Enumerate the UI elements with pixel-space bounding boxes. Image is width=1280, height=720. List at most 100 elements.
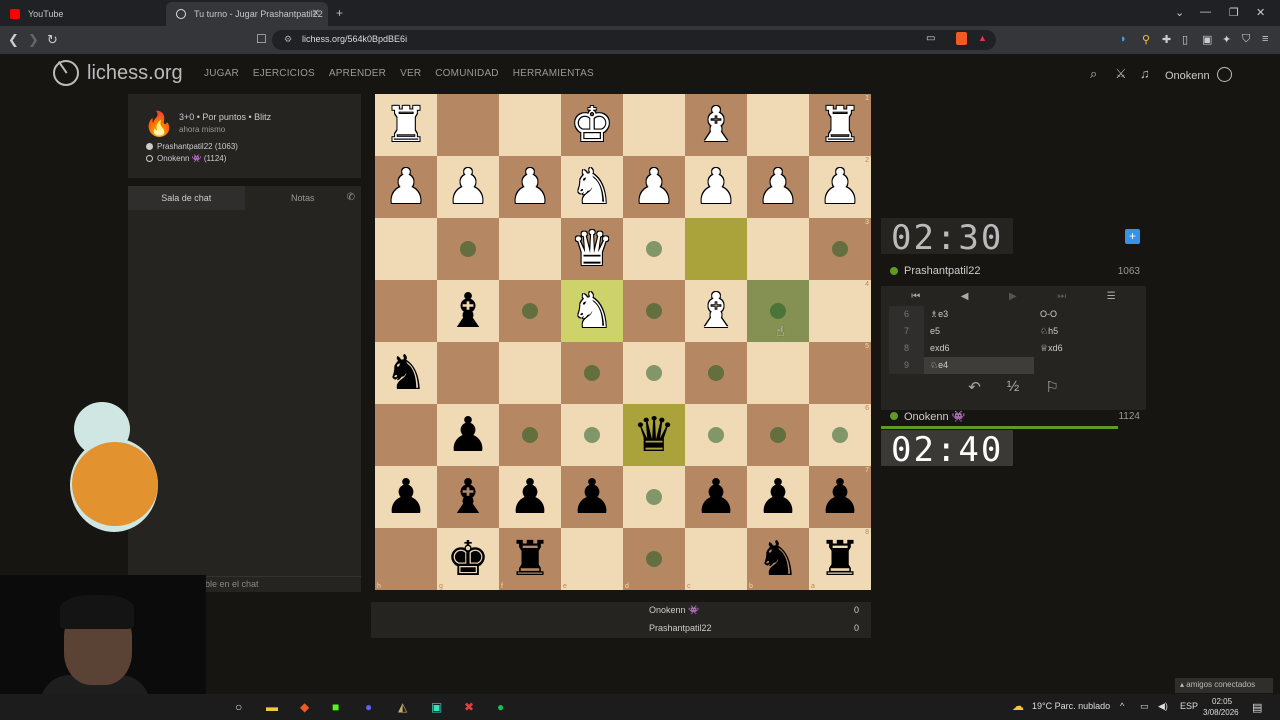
last-move-icon[interactable]: ⏭ xyxy=(1057,291,1066,302)
black-pawn-icon[interactable]: ♟ xyxy=(694,473,737,521)
board-square[interactable]: ♟ xyxy=(747,156,809,218)
language-indicator[interactable]: ESP xyxy=(1180,701,1198,711)
board-square[interactable]: ♟ xyxy=(685,466,747,528)
white-pawn-icon[interactable]: ♟ xyxy=(446,163,489,211)
leo-icon[interactable]: ✦ xyxy=(1222,33,1231,46)
file-explorer-icon[interactable]: ▬ xyxy=(266,700,278,714)
nav-ver[interactable]: VER xyxy=(400,68,421,79)
close-tab-icon[interactable]: ✕ xyxy=(312,8,320,19)
brave-rewards-icon[interactable]: ▲ xyxy=(978,33,987,43)
menu-icon[interactable]: ☰ xyxy=(1107,291,1116,302)
close-window-button[interactable]: ✕ xyxy=(1256,6,1265,19)
white-king-icon[interactable]: ♚ xyxy=(570,101,613,149)
move-dest-dot[interactable] xyxy=(584,427,600,443)
white-knight-icon[interactable]: ♞ xyxy=(570,287,613,335)
move-dest-dot[interactable] xyxy=(708,427,724,443)
black-move[interactable]: ♕xd6 xyxy=(1034,340,1144,357)
move-dest-dot[interactable] xyxy=(770,303,786,319)
move-dest-dot[interactable] xyxy=(646,241,662,257)
board-square[interactable]: e xyxy=(561,528,623,590)
sidebar-icon[interactable]: ▯ xyxy=(1182,33,1188,46)
user-menu[interactable]: Onokenn xyxy=(1165,67,1232,82)
move-dest-dot[interactable] xyxy=(646,365,662,381)
board-square[interactable] xyxy=(561,342,623,404)
extensions-icon[interactable]: ✚ xyxy=(1162,33,1171,46)
white-knight-icon[interactable]: ♞ xyxy=(570,163,613,211)
board-square[interactable] xyxy=(437,218,499,280)
resign-flag-icon[interactable]: ⚐ xyxy=(1045,378,1058,396)
chess-board[interactable]: ♜ ♚ ♝ ♜ 1 ♟ ♟ ♟ ♞ ♟ ♟ ♟ ♟ 2 ♛ 3 ♝ ♞ ♝ 4 ♞ 5 ♟ ♛ 6 ♟ ♝ ♟ ♟ ♟ ♟ ♟ 7 h ♚ g ♜ f e d… xyxy=(375,94,871,590)
tray-chevron-icon[interactable]: ^ xyxy=(1120,701,1124,711)
board-square[interactable]: ♟ xyxy=(375,466,437,528)
board-square[interactable] xyxy=(685,404,747,466)
next-move-icon[interactable]: ▶ xyxy=(1009,291,1017,302)
black-move[interactable]: ♘h5 xyxy=(1034,323,1144,340)
board-square[interactable] xyxy=(437,94,499,156)
black-pawn-icon[interactable]: ♟ xyxy=(818,473,861,521)
board-square[interactable]: ♝ xyxy=(685,94,747,156)
wallet-icon[interactable]: ▣ xyxy=(1202,33,1212,46)
board-square[interactable] xyxy=(623,280,685,342)
white-pawn-icon[interactable]: ♟ xyxy=(694,163,737,211)
board-square[interactable]: ♞ b xyxy=(747,528,809,590)
black-pawn-icon[interactable]: ♟ xyxy=(756,473,799,521)
vpn-icon[interactable]: ⛉ xyxy=(1242,33,1250,46)
back-button[interactable]: ❮ xyxy=(8,32,19,48)
tab-search-icon[interactable]: ⌄ xyxy=(1175,6,1184,19)
nav-ejercicios[interactable]: EJERCICIOS xyxy=(253,68,315,79)
board-square[interactable]: ♜ 8 a xyxy=(809,528,871,590)
white-move[interactable]: e5 xyxy=(924,323,1034,340)
challenge-icon[interactable]: ⚔ xyxy=(1115,66,1127,82)
volume-icon[interactable]: ◀) xyxy=(1158,701,1168,712)
board-square[interactable]: ♟ xyxy=(623,156,685,218)
black-rook-icon[interactable]: ♜ xyxy=(508,535,551,583)
board-square[interactable]: ♟ xyxy=(561,466,623,528)
board-square[interactable] xyxy=(623,218,685,280)
notifications-icon[interactable]: ▤ xyxy=(1252,701,1262,714)
board-square[interactable]: ♜ xyxy=(375,94,437,156)
board-square[interactable]: ♜ f xyxy=(499,528,561,590)
board-square[interactable]: h xyxy=(375,528,437,590)
friends-online-button[interactable]: ▴ amigos conectados xyxy=(1175,678,1273,693)
board-square[interactable] xyxy=(375,404,437,466)
move-dest-dot[interactable] xyxy=(646,303,662,319)
opponent-player[interactable]: Prashantpatil22 1063 xyxy=(881,261,1146,281)
board-square[interactable]: ♝ xyxy=(437,466,499,528)
board-square[interactable] xyxy=(499,342,561,404)
board-square[interactable] xyxy=(437,342,499,404)
extension-key-icon[interactable]: ⚲ xyxy=(1142,33,1150,46)
board-square[interactable] xyxy=(747,342,809,404)
white-pawn-icon[interactable]: ♟ xyxy=(508,163,551,211)
board-square[interactable] xyxy=(561,404,623,466)
app2-icon[interactable]: ✖ xyxy=(464,700,474,714)
board-square[interactable] xyxy=(623,466,685,528)
tab-lichess[interactable]: Tu turno - Jugar Prashantpatil22 ✕ xyxy=(166,2,328,26)
add-time-button[interactable]: + xyxy=(1125,229,1140,244)
white-rook-icon[interactable]: ♜ xyxy=(818,101,861,149)
board-square[interactable]: c xyxy=(685,528,747,590)
move-dest-dot[interactable] xyxy=(770,427,786,443)
maximize-button[interactable]: ❐ xyxy=(1229,6,1239,19)
prev-move-icon[interactable]: ◀ xyxy=(961,291,969,302)
first-move-icon[interactable]: ⏮ xyxy=(911,291,920,302)
white-move[interactable]: ♗e3 xyxy=(924,306,1034,323)
board-square[interactable]: ♟ xyxy=(499,466,561,528)
move-dest-dot[interactable] xyxy=(832,427,848,443)
board-square[interactable]: 4 xyxy=(809,280,871,342)
clock-date[interactable]: 3/08/2026 xyxy=(1203,708,1239,717)
bookmark-icon[interactable]: ☐ xyxy=(256,32,267,46)
black-knight-icon[interactable]: ♞ xyxy=(756,535,799,583)
black-pawn-icon[interactable]: ♟ xyxy=(570,473,613,521)
black-knight-icon[interactable]: ♞ xyxy=(384,349,427,397)
network-icon[interactable]: ▭ xyxy=(1140,701,1149,712)
cast-icon[interactable]: ▭ xyxy=(926,33,935,44)
move-dest-dot[interactable] xyxy=(522,427,538,443)
board-square[interactable]: ♞ xyxy=(561,156,623,218)
white-pawn-icon[interactable]: ♟ xyxy=(384,163,427,211)
board-square[interactable] xyxy=(685,218,747,280)
discord-icon[interactable]: ● xyxy=(365,700,372,714)
board-square[interactable]: ♟ xyxy=(747,466,809,528)
board-square[interactable]: ♟ xyxy=(499,156,561,218)
board-square[interactable]: ♟ xyxy=(685,156,747,218)
search-icon[interactable]: ⌕ xyxy=(1090,66,1097,82)
